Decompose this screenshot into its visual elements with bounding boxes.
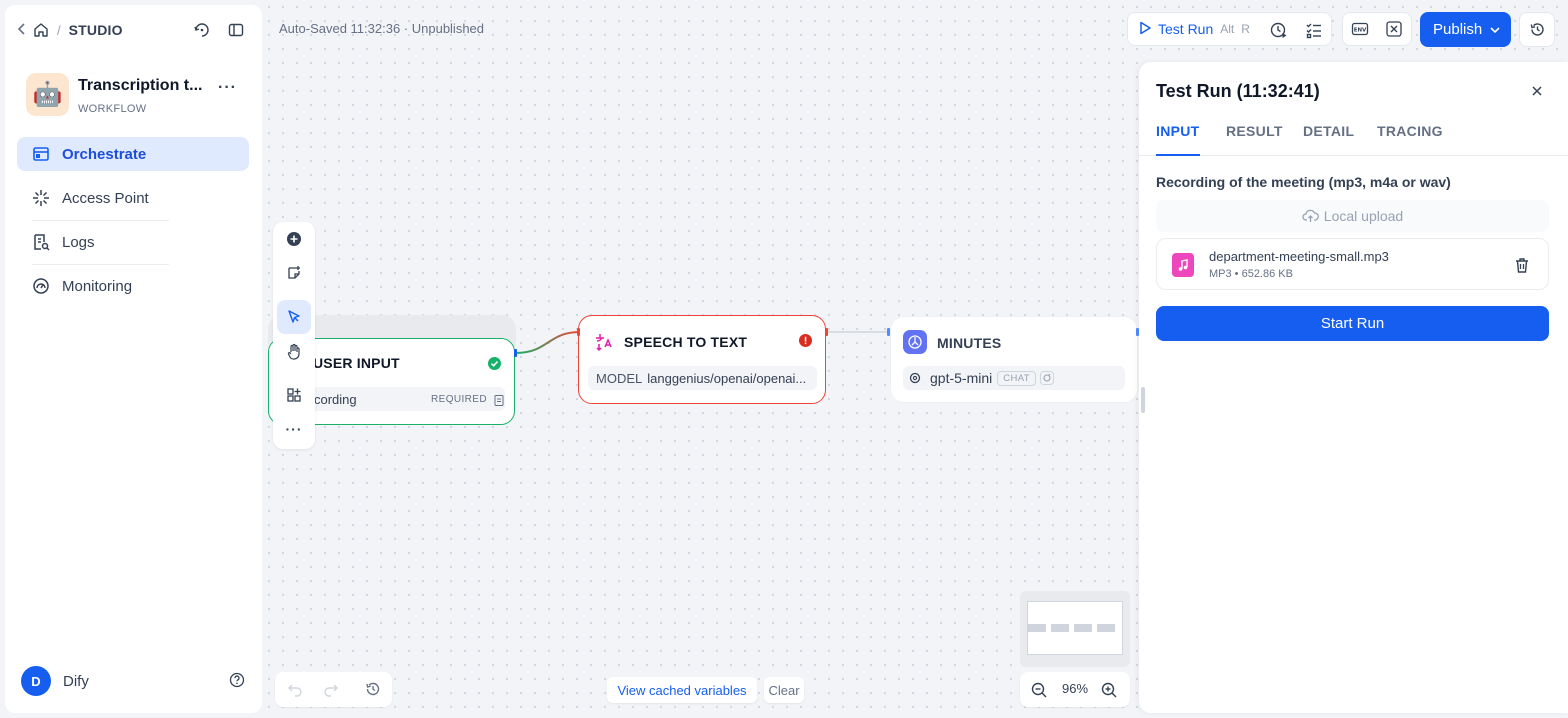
variable-name: cording <box>314 391 357 407</box>
local-upload-button[interactable]: Local upload <box>1156 200 1549 232</box>
grid-plus-icon <box>287 388 301 402</box>
undo-icon[interactable] <box>287 681 303 700</box>
pointer-icon <box>288 310 300 323</box>
upload-label: Local upload <box>1323 208 1404 224</box>
input-port[interactable] <box>577 328 580 336</box>
model-field: MODEL langgenius/openai/openai... <box>588 366 817 390</box>
model-mode-badge: CHAT <box>997 370 1037 386</box>
undo-redo-group <box>275 672 392 707</box>
minimap-node <box>1097 624 1115 632</box>
success-check-icon <box>488 357 501 373</box>
cloud-upload-icon <box>1302 209 1319 223</box>
speech-to-text-icon <box>594 332 614 355</box>
start-run-button[interactable]: Start Run <box>1156 306 1549 341</box>
model-label: MODEL <box>596 370 643 386</box>
file-type-icon <box>494 394 504 409</box>
model-name: gpt-5-mini <box>930 370 993 386</box>
uploaded-file-card: department-meeting-small.mp3 MP3 • 652.8… <box>1156 238 1549 290</box>
field-label: Recording of the meeting (mp3, m4a or wa… <box>1156 174 1451 190</box>
tab-tracing[interactable]: TRACING <box>1377 123 1443 156</box>
more-icon: ··· <box>285 421 303 437</box>
minimap-viewport <box>1027 601 1123 655</box>
history-icon[interactable] <box>365 681 381 700</box>
more-tools-button[interactable]: ··· <box>277 412 311 446</box>
output-port[interactable] <box>825 328 828 336</box>
organize-blocks-button[interactable] <box>277 378 311 412</box>
close-icon[interactable] <box>1528 82 1546 100</box>
zoom-level[interactable]: 96% <box>1058 681 1092 696</box>
zoom-controls: 96% <box>1020 672 1130 707</box>
minimap-node <box>1028 624 1046 632</box>
canvas-toolbar: ··· <box>273 222 315 449</box>
node-speech-to-text[interactable]: SPEECH TO TEXT MODEL langgenius/openai/o… <box>578 315 826 404</box>
panel-tabs: INPUT RESULT DETAIL TRACING <box>1139 118 1568 156</box>
minimap-node <box>1051 624 1069 632</box>
note-icon <box>288 266 300 279</box>
error-icon <box>799 334 812 350</box>
view-cached-variables-button[interactable]: View cached variables <box>607 677 757 703</box>
hand-icon <box>287 343 300 360</box>
required-badge: REQUIRED <box>431 393 487 405</box>
panel-title: Test Run (11:32:41) <box>1156 81 1320 101</box>
output-port[interactable] <box>514 349 517 357</box>
tab-detail[interactable]: DETAIL <box>1303 123 1354 156</box>
edge-input-to-stt <box>515 331 581 354</box>
tab-input[interactable]: INPUT <box>1156 123 1200 156</box>
panel-resize-handle[interactable] <box>1141 387 1145 413</box>
file-meta: MP3 • 652.86 KB <box>1209 268 1293 280</box>
node-title: USER INPUT <box>313 355 400 371</box>
file-name: department-meeting-small.mp3 <box>1209 249 1389 264</box>
plus-circle-icon <box>287 232 301 246</box>
minimap-node <box>1074 624 1092 632</box>
pointer-mode-button[interactable] <box>277 300 311 334</box>
audio-file-icon <box>1172 253 1194 277</box>
node-title: SPEECH TO TEXT <box>624 334 748 350</box>
openai-icon <box>909 372 921 384</box>
node-title: MINUTES <box>937 335 1002 351</box>
model-field: gpt-5-mini CHAT <box>903 366 1125 390</box>
zoom-in-icon[interactable] <box>1101 682 1117 701</box>
redo-icon[interactable] <box>323 681 339 700</box>
zoom-out-icon[interactable] <box>1031 682 1047 701</box>
node-minutes[interactable]: MINUTES gpt-5-mini CHAT <box>890 316 1138 403</box>
add-node-button[interactable] <box>277 222 311 256</box>
test-run-panel: Test Run (11:32:41) INPUT RESULT DETAIL … <box>1139 62 1568 713</box>
settings-badge-icon <box>1040 371 1055 385</box>
tab-result[interactable]: RESULT <box>1226 123 1283 156</box>
model-value: langgenius/openai/openai... <box>647 370 807 386</box>
minimap[interactable] <box>1020 591 1130 667</box>
clear-button[interactable]: Clear <box>764 677 804 703</box>
llm-icon <box>903 330 927 354</box>
trash-icon[interactable] <box>1513 256 1531 274</box>
hand-mode-button[interactable] <box>277 334 311 368</box>
add-note-button[interactable] <box>277 256 311 290</box>
input-port[interactable] <box>887 328 890 336</box>
